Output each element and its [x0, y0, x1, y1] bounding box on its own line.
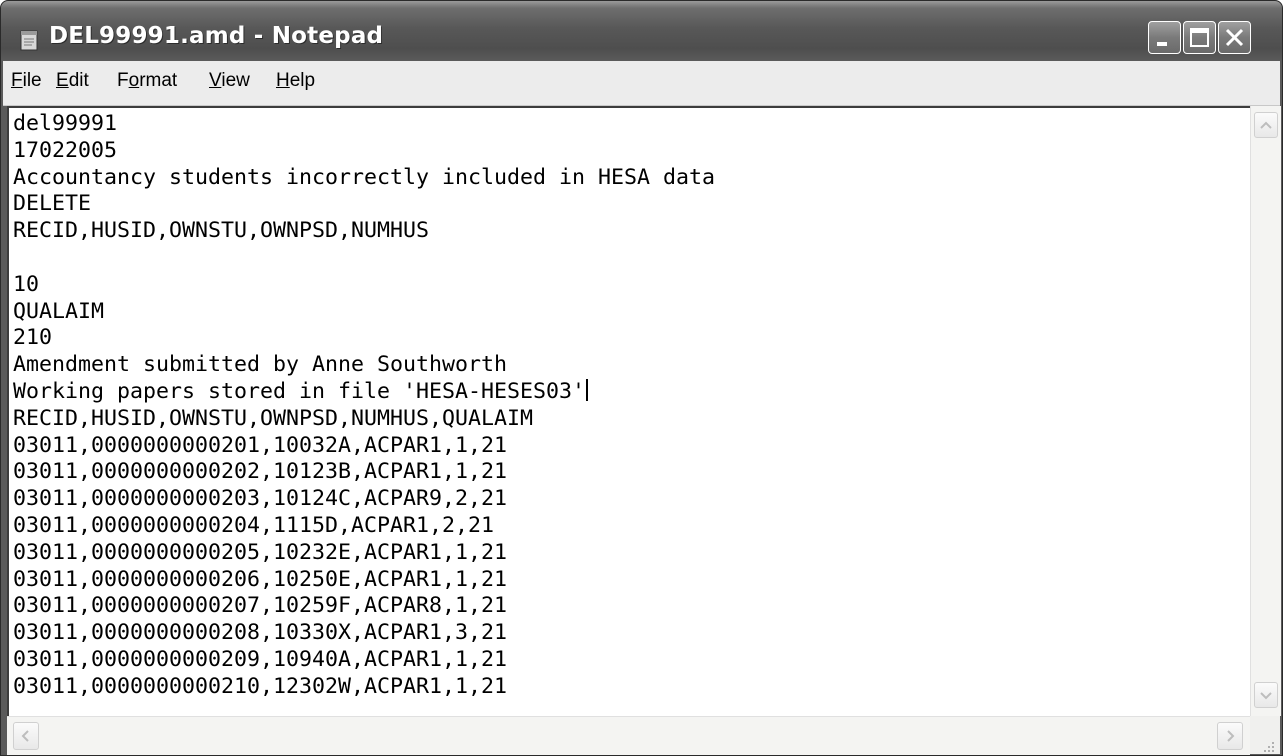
menu-view[interactable]: View [209, 70, 250, 92]
text-line[interactable]: 03011,0000000000204,1115D,ACPAR1,2,21 [13, 513, 715, 540]
text-caret [586, 378, 589, 401]
resize-grip[interactable] [1250, 716, 1280, 754]
menu-edit[interactable]: Edit [56, 70, 89, 92]
text-line[interactable]: Amendment submitted by Anne Southworth [13, 352, 715, 379]
menu-help[interactable]: Help [276, 70, 315, 92]
menu-format[interactable]: Format [117, 70, 177, 92]
close-icon [1225, 28, 1244, 47]
text-line[interactable]: 03011,0000000000206,10250E,ACPAR1,1,21 [13, 567, 715, 594]
close-button[interactable] [1218, 21, 1251, 54]
text-line[interactable]: 210 [13, 325, 715, 352]
arrow-up-icon [1260, 121, 1272, 129]
notepad-window: DEL99991.amd - Notepad File Edit Format … [0, 0, 1283, 756]
text-line[interactable]: del99991 [13, 111, 715, 138]
text-line[interactable]: 03011,0000000000210,12302W,ACPAR1,1,21 [13, 674, 715, 701]
maximize-button[interactable] [1183, 21, 1216, 54]
text-line[interactable]: DELETE [13, 191, 715, 218]
horizontal-scrollbar[interactable] [7, 716, 1250, 755]
text-line[interactable]: 03011,0000000000208,10330X,ACPAR1,3,21 [13, 620, 715, 647]
text-line[interactable]: Accountancy students incorrectly include… [13, 165, 715, 192]
text-line[interactable]: 03011,0000000000201,10032A,ACPAR1,1,21 [13, 433, 715, 460]
title-bar[interactable]: DEL99991.amd - Notepad [1, 1, 1282, 61]
menu-file[interactable]: File [11, 70, 42, 92]
vertical-scrollbar[interactable] [1250, 106, 1281, 716]
text-editor[interactable]: del99991 17022005 Accountancy students inc… [7, 106, 1250, 716]
text-line[interactable]: 03011,0000000000202,10123B,ACPAR1,1,21 [13, 459, 715, 486]
minimize-icon [1157, 42, 1167, 46]
scroll-down-button[interactable] [1254, 682, 1278, 708]
text-line[interactable]: 10 [13, 272, 715, 299]
scroll-up-button[interactable] [1254, 112, 1278, 138]
text-line[interactable]: 03011,0000000000207,10259F,ACPAR8,1,21 [13, 593, 715, 620]
maximize-icon [1190, 28, 1209, 47]
text-line[interactable]: 03011,0000000000203,10124C,ACPAR9,2,21 [13, 486, 715, 513]
size-grip-icon [1264, 742, 1274, 752]
text-line[interactable]: 03011,0000000000209,10940A,ACPAR1,1,21 [13, 647, 715, 674]
text-line[interactable]: Working papers stored in file 'HESA-HESE… [13, 378, 715, 406]
arrow-left-icon [21, 730, 29, 742]
text-line[interactable]: QUALAIM [13, 299, 715, 326]
text-line[interactable]: 17022005 [13, 138, 715, 165]
arrow-down-icon [1260, 692, 1272, 700]
text-line[interactable]: RECID,HUSID,OWNSTU,OWNPSD,NUMHUS [13, 218, 715, 245]
scroll-right-button[interactable] [1217, 722, 1243, 750]
menu-bar: File Edit Format View Help [3, 61, 1280, 106]
window-title: DEL99991.amd - Notepad [49, 23, 384, 49]
arrow-right-icon [1227, 730, 1235, 742]
scroll-left-button[interactable] [13, 722, 39, 750]
text-content[interactable]: del99991 17022005 Accountancy students inc… [13, 111, 715, 701]
text-line[interactable] [13, 245, 715, 272]
notepad-icon [20, 30, 38, 51]
minimize-button[interactable] [1148, 21, 1181, 54]
text-line[interactable]: 03011,0000000000205,10232E,ACPAR1,1,21 [13, 540, 715, 567]
text-line[interactable]: RECID,HUSID,OWNSTU,OWNPSD,NUMHUS,QUALAIM [13, 406, 715, 433]
